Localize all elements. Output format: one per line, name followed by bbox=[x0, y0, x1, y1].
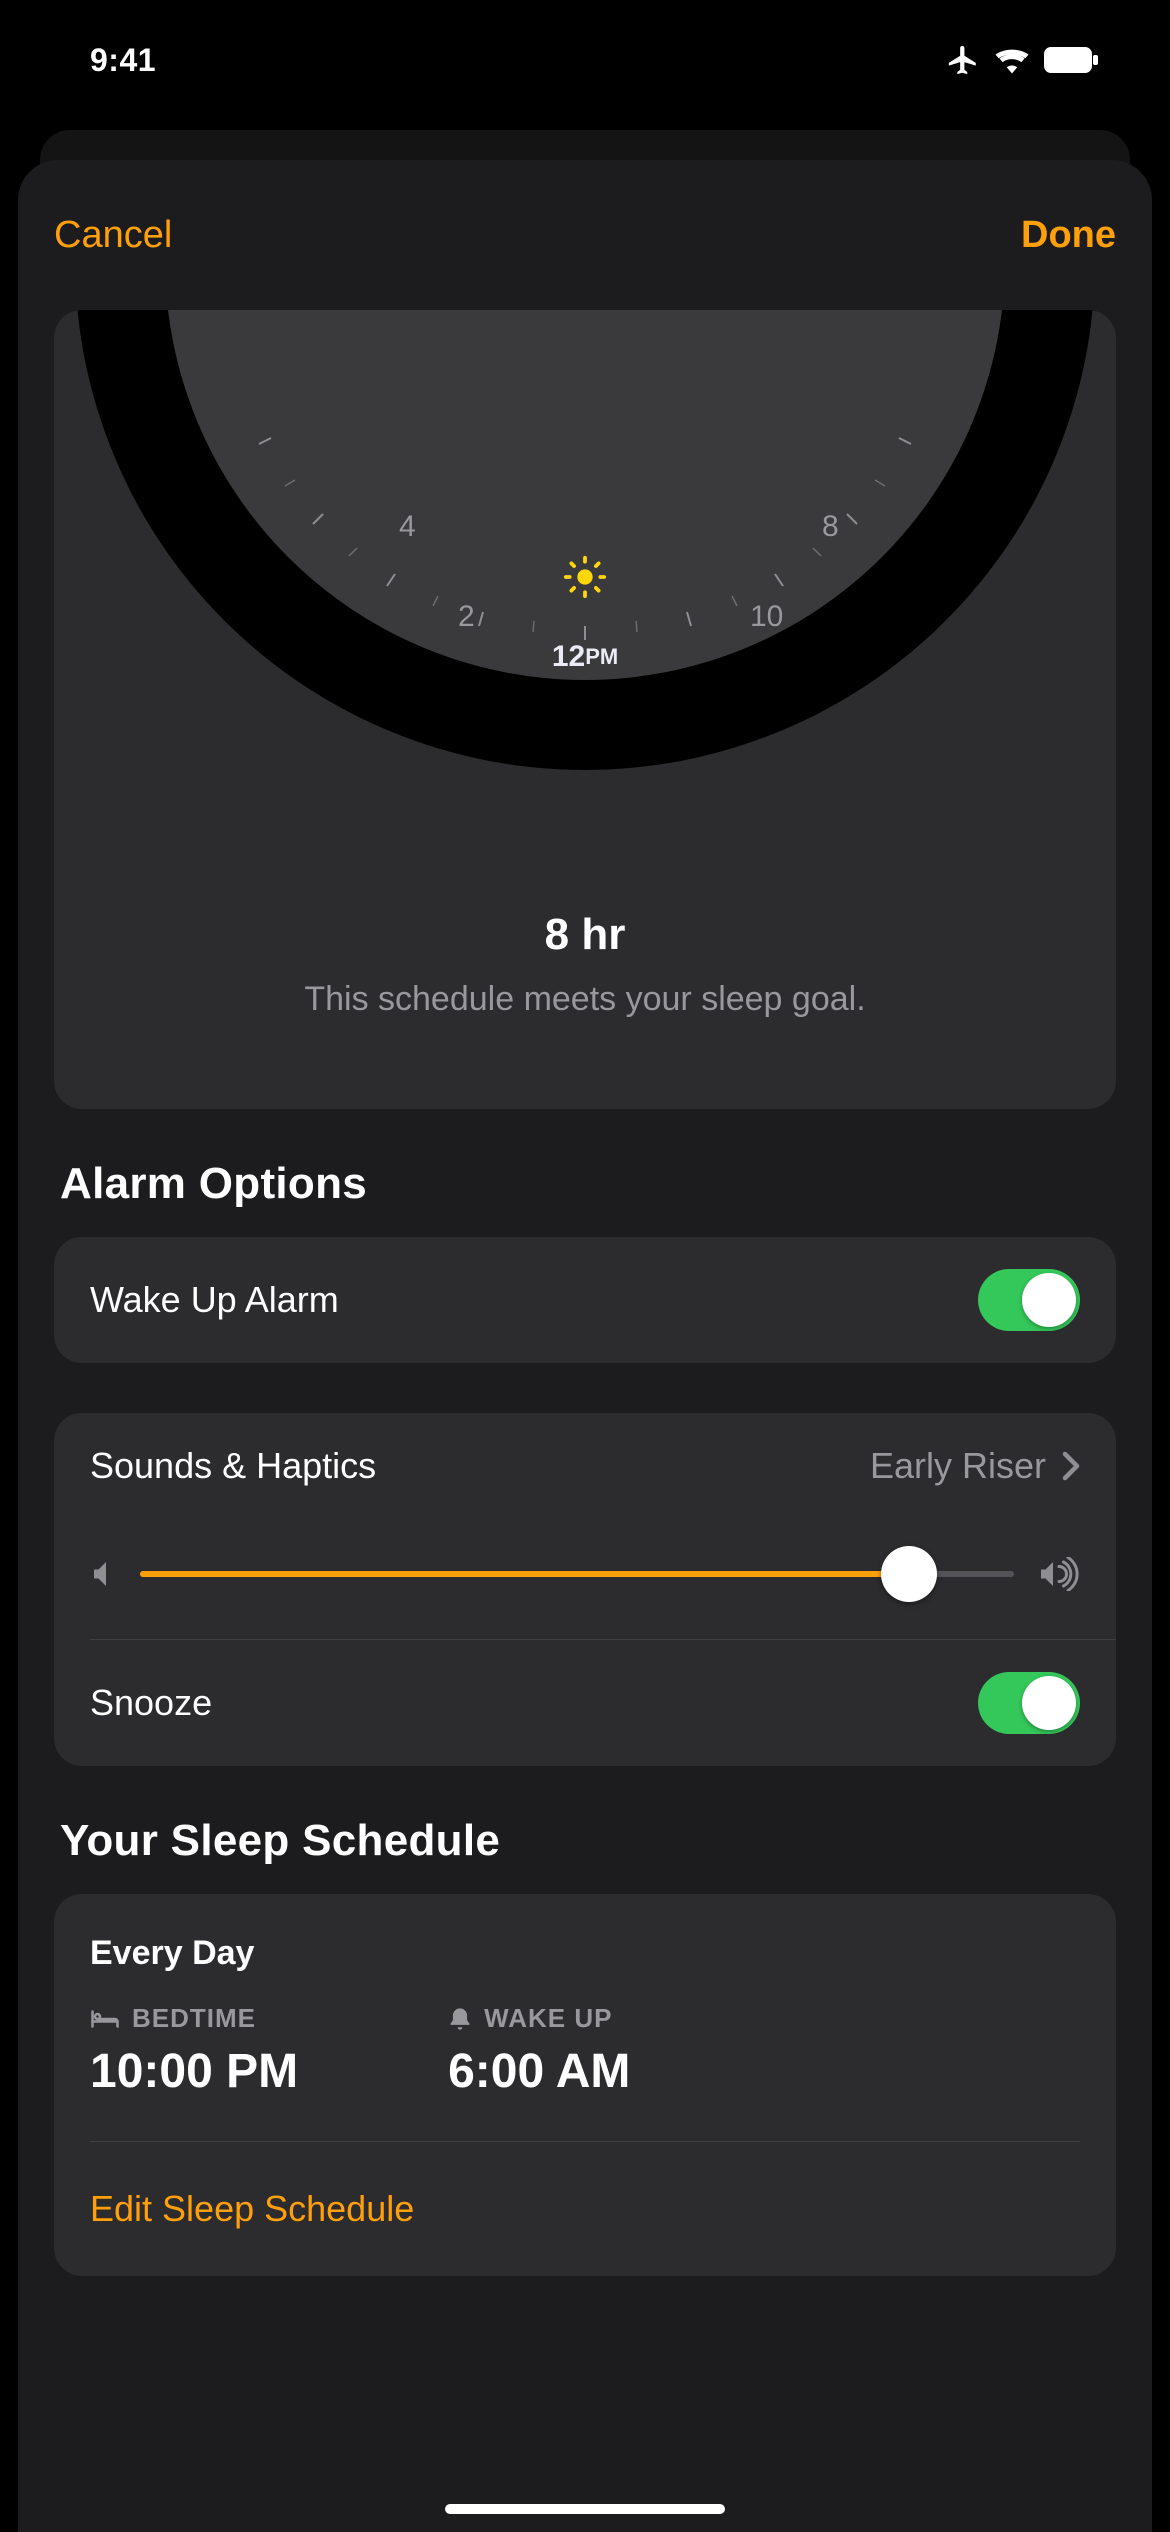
wake-alarm-label: Wake Up Alarm bbox=[90, 1279, 339, 1321]
bedtime-header: BEDTIME bbox=[90, 2003, 298, 2034]
sun-icon bbox=[562, 554, 608, 600]
bed-icon bbox=[90, 2008, 120, 2030]
snooze-label: Snooze bbox=[90, 1682, 212, 1724]
volume-row bbox=[54, 1519, 1116, 1639]
sounds-row[interactable]: Sounds & Haptics Early Riser bbox=[54, 1413, 1116, 1519]
wake-alarm-card: Wake Up Alarm bbox=[54, 1237, 1116, 1363]
home-indicator[interactable] bbox=[445, 2504, 725, 2514]
status-bar: 9:41 bbox=[0, 0, 1170, 120]
done-button[interactable]: Done bbox=[1021, 214, 1116, 257]
clock-ticks bbox=[165, 310, 1005, 680]
bell-icon bbox=[448, 2006, 472, 2032]
sounds-label: Sounds & Haptics bbox=[90, 1445, 376, 1487]
volume-slider[interactable] bbox=[140, 1549, 1014, 1599]
wake-value: 6:00 AM bbox=[448, 2044, 630, 2099]
wake-column: WAKE UP 6:00 AM bbox=[448, 2003, 630, 2099]
speaker-max-icon bbox=[1038, 1557, 1080, 1591]
bedtime-value: 10:00 PM bbox=[90, 2044, 298, 2099]
wake-alarm-toggle[interactable] bbox=[978, 1269, 1080, 1331]
wifi-icon bbox=[994, 46, 1030, 74]
hour-2: 2 bbox=[458, 600, 475, 634]
modal-sheet: Cancel Done bbox=[18, 160, 1152, 2532]
edit-schedule-link[interactable]: Edit Sleep Schedule bbox=[90, 2141, 1080, 2276]
speaker-min-icon bbox=[90, 1559, 116, 1589]
airplane-icon bbox=[946, 43, 980, 77]
hour-10: 10 bbox=[750, 600, 783, 634]
snooze-toggle[interactable] bbox=[978, 1672, 1080, 1734]
noon-label: 12PM bbox=[552, 640, 618, 674]
slider-thumb[interactable] bbox=[881, 1546, 937, 1602]
schedule-frequency: Every Day bbox=[90, 1934, 1080, 1973]
sleep-clock[interactable]: 12PM 2 4 8 10 bbox=[54, 310, 1116, 880]
schedule-title: Your Sleep Schedule bbox=[60, 1816, 1112, 1866]
wake-alarm-row: Wake Up Alarm bbox=[54, 1237, 1116, 1363]
slider-fill bbox=[140, 1571, 909, 1577]
hour-8: 8 bbox=[822, 510, 839, 544]
schedule-card: Every Day BEDTIME 10:00 PM WAKE UP 6:00 … bbox=[54, 1894, 1116, 2276]
status-icons bbox=[946, 43, 1100, 77]
schedule-columns: BEDTIME 10:00 PM WAKE UP 6:00 AM bbox=[90, 2003, 1080, 2099]
battery-icon bbox=[1044, 47, 1100, 73]
sounds-card: Sounds & Haptics Early Riser Snooze bbox=[54, 1413, 1116, 1766]
status-time: 9:41 bbox=[90, 42, 156, 79]
hour-4: 4 bbox=[399, 510, 416, 544]
sheet-header: Cancel Done bbox=[18, 160, 1152, 310]
snooze-row: Snooze bbox=[54, 1640, 1116, 1766]
sounds-value: Early Riser bbox=[870, 1445, 1080, 1487]
alarm-options-title: Alarm Options bbox=[60, 1159, 1112, 1209]
goal-text: This schedule meets your sleep goal. bbox=[54, 980, 1116, 1019]
cancel-button[interactable]: Cancel bbox=[54, 214, 172, 257]
wake-header: WAKE UP bbox=[448, 2003, 630, 2034]
sleep-duration: 8 hr bbox=[54, 910, 1116, 960]
bedtime-column: BEDTIME 10:00 PM bbox=[90, 2003, 298, 2099]
chevron-right-icon bbox=[1062, 1451, 1080, 1481]
sleep-clock-card: 12PM 2 4 8 10 8 hr This schedule meets y… bbox=[54, 310, 1116, 1109]
